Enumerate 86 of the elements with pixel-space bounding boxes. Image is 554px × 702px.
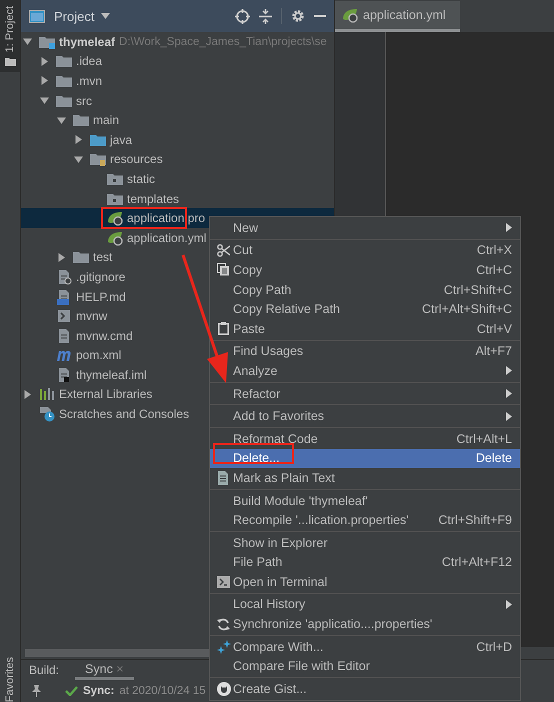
project-tool-button[interactable]: 1: Project <box>0 0 20 72</box>
folder-icon <box>56 94 72 108</box>
tree-item[interactable]: static <box>21 169 334 189</box>
editor-tab[interactable]: application.yml <box>335 1 460 32</box>
clipboard-icon <box>218 322 229 336</box>
menu-item[interactable]: Add to Favorites <box>210 406 520 426</box>
folder-icon <box>107 192 123 206</box>
tree-item[interactable]: templates <box>21 188 334 208</box>
menu-item[interactable]: Copy Relative Path Ctrl+Alt+Shift+C <box>210 299 520 319</box>
menu-item[interactable]: Copy Ctrl+C <box>210 260 520 280</box>
file-icon <box>56 328 72 344</box>
leaf-icon <box>107 230 123 246</box>
sync-icon <box>217 618 230 631</box>
menu-item[interactable]: Refactor <box>210 384 520 404</box>
expanded-arrow-icon[interactable] <box>23 37 32 46</box>
settings-icon[interactable] <box>291 9 305 23</box>
menu-item[interactable]: Show in Explorer <box>210 532 520 552</box>
tree-item[interactable]: .mvn <box>21 71 334 91</box>
sync-status-time: at 2020/10/24 15 <box>119 685 206 697</box>
menu-item[interactable]: Paste Ctrl+V <box>210 318 520 339</box>
menu-item[interactable]: Create Gist... <box>210 679 520 699</box>
sparkle-icon <box>216 640 230 654</box>
menu-item[interactable]: Find Usages Alt+F7 <box>210 342 520 362</box>
menu-item[interactable]: Copy Path Ctrl+Shift+C <box>210 280 520 300</box>
expanded-arrow-icon[interactable] <box>57 116 66 125</box>
tree-item[interactable]: resources <box>21 150 334 170</box>
menu-item[interactable]: Local History <box>210 594 520 614</box>
caret-icon <box>101 13 110 19</box>
tree-item[interactable]: java <box>21 130 334 150</box>
folder-icon <box>73 250 89 264</box>
menu-item[interactable]: Analyze <box>210 361 520 381</box>
pin-icon[interactable] <box>31 685 42 697</box>
menu-item[interactable]: Cut Ctrl+X <box>210 240 520 260</box>
document-icon <box>217 470 230 485</box>
favorites-tool-button[interactable]: Favorites <box>0 652 20 702</box>
tree-item[interactable]: src <box>21 90 334 110</box>
collapsed-arrow-icon[interactable] <box>74 135 83 144</box>
folder-icon <box>4 57 16 66</box>
folder-icon <box>73 113 89 128</box>
sync-tab[interactable]: Sync × <box>75 660 134 680</box>
leaf-icon <box>107 210 123 226</box>
menu-item[interactable]: Compare File with Editor <box>210 656 520 676</box>
bar-chart-icon <box>39 386 55 402</box>
terminal-icon <box>56 308 72 324</box>
folder-icon <box>56 54 72 68</box>
tree-item[interactable]: .idea <box>21 52 334 72</box>
crosshair-icon[interactable] <box>235 8 250 24</box>
check-icon <box>65 686 78 696</box>
folder-icon <box>107 172 123 186</box>
collapsed-arrow-icon[interactable] <box>23 390 32 399</box>
menu-item[interactable]: Reformat Code Ctrl+Alt+L <box>210 428 520 449</box>
menu-item[interactable]: Delete... Delete <box>210 448 520 468</box>
tree-item[interactable]: main <box>21 110 334 130</box>
leaf-icon <box>342 7 358 23</box>
file-icon <box>56 288 72 305</box>
project-path: D:\Work_Space_James_Tian\projects\se <box>119 36 327 48</box>
collapsed-arrow-icon[interactable] <box>57 252 66 262</box>
tree-item[interactable]: thymeleaf D:\Work_Space_James_Tian\projects\se <box>21 32 334 52</box>
file-icon <box>56 268 72 285</box>
terminal-icon <box>217 576 230 588</box>
menu-item[interactable]: Compare With... Ctrl+D <box>210 636 520 656</box>
octocat-icon <box>216 682 230 696</box>
expanded-arrow-icon[interactable] <box>74 154 83 164</box>
clock-icon <box>39 406 55 422</box>
menu-item[interactable]: Synchronize 'applicatio....properties' <box>210 614 520 634</box>
menu-item[interactable]: File Path Ctrl+Alt+F12 <box>210 552 520 572</box>
project-icon <box>29 10 45 22</box>
project-view-dropdown[interactable]: Project <box>54 8 110 24</box>
folder-icon <box>90 132 106 147</box>
collapsed-arrow-icon[interactable] <box>40 56 49 66</box>
file-icon <box>56 366 72 383</box>
folder-icon <box>90 152 106 166</box>
menu-item[interactable]: Mark as Plain Text <box>210 468 520 488</box>
scissors-icon <box>217 244 230 257</box>
sync-status-title: Sync: <box>83 685 114 697</box>
collapse-icon[interactable] <box>259 8 272 24</box>
minimize-icon[interactable] <box>314 14 326 18</box>
menu-item[interactable]: Build Module 'thymeleaf' <box>210 490 520 510</box>
menu-item[interactable]: Recompile '...lication.properties' Ctrl+Shift+F9 <box>210 510 520 530</box>
expanded-arrow-icon[interactable] <box>40 96 49 106</box>
folder-icon <box>39 34 55 49</box>
folder-icon <box>56 74 72 88</box>
collapsed-arrow-icon[interactable] <box>40 76 49 86</box>
menu-item[interactable]: Open in Terminal <box>210 572 520 592</box>
build-label: Build: <box>29 663 60 677</box>
copy-icon <box>217 263 230 276</box>
